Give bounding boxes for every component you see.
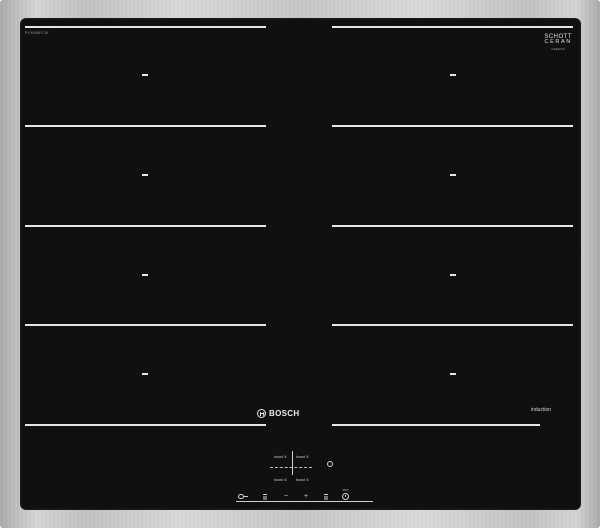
- menu-icon: [263, 493, 267, 500]
- left-zone-3-top-line: [25, 225, 266, 227]
- boost-bottom-left-label[interactable]: boost ①: [274, 478, 287, 482]
- minus-button[interactable]: −: [279, 492, 293, 501]
- zone-divider-vertical: [292, 451, 293, 475]
- control-bar-underline: [236, 501, 373, 502]
- right-zone-1-center-mark: [450, 74, 456, 76]
- schott-ceran-logo: SCHOTT CERAN CERAN®: [544, 34, 572, 51]
- childlock-button[interactable]: [236, 492, 250, 501]
- right-zone-3-center-mark: [450, 274, 456, 276]
- model-label: PXX645FC1E: [25, 31, 49, 35]
- left-zone-1-center-mark: [142, 74, 148, 76]
- timer-icon: [341, 493, 349, 500]
- boost-top-left-label[interactable]: boost ①: [274, 455, 287, 459]
- plus-icon: +: [303, 493, 309, 500]
- left-zone-3-center-mark: [142, 274, 148, 276]
- right-zone-3-top-line: [332, 225, 573, 227]
- right-zone-1-top-line: [332, 26, 573, 28]
- plus-button[interactable]: +: [299, 492, 313, 501]
- left-zone-2-center-mark: [142, 174, 148, 176]
- timer-button[interactable]: [338, 492, 352, 501]
- menu-right-button[interactable]: [319, 492, 333, 501]
- induction-label: induction: [531, 407, 552, 413]
- zone-divider-dashed: [270, 467, 312, 468]
- key-icon: [238, 493, 248, 500]
- right-zone-4-center-mark: [450, 373, 456, 375]
- bosch-brand: BOSCH: [257, 409, 299, 418]
- left-zone-1-top-line: [25, 26, 266, 28]
- minus-icon: −: [283, 493, 289, 500]
- left-zone-4-center-mark: [142, 373, 148, 375]
- brand-name: BOSCH: [269, 409, 300, 418]
- right-zone-2-center-mark: [450, 174, 456, 176]
- control-bar: − +: [236, 492, 373, 502]
- menu-icon: [324, 493, 328, 500]
- bosch-logo-icon: [257, 409, 266, 418]
- right-zone-4-top-line: [332, 324, 573, 326]
- menu-left-button[interactable]: [258, 492, 272, 501]
- boost-top-right-label[interactable]: boost ①: [296, 455, 309, 459]
- right-zone-bottom-line: [332, 424, 540, 426]
- status-indicator-icon: [327, 461, 333, 467]
- left-zone-4-top-line: [25, 324, 266, 326]
- ceramic-glass-cooktop: PXX645FC1E SCHOTT CERAN CERAN® BOSCH ind…: [20, 18, 581, 510]
- boost-bottom-right-label[interactable]: boost ①: [296, 478, 309, 482]
- right-zone-2-top-line: [332, 125, 573, 127]
- left-zone-2-top-line: [25, 125, 266, 127]
- left-zone-bottom-line: [25, 424, 266, 426]
